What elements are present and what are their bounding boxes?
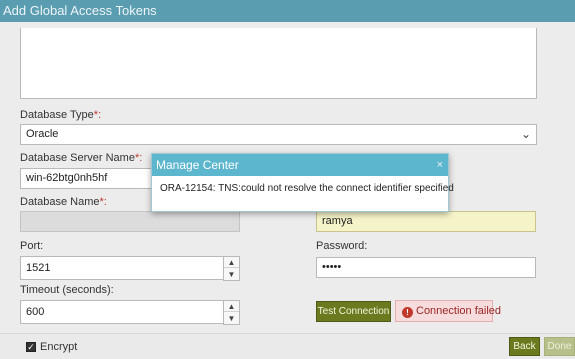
- caret-up-icon[interactable]: ▲: [224, 301, 239, 312]
- caret-down-icon[interactable]: ▼: [224, 313, 239, 324]
- encrypt-checkbox[interactable]: ✓: [26, 342, 36, 352]
- database-name-input[interactable]: [20, 211, 240, 232]
- database-type-value: Oracle: [26, 128, 59, 140]
- caret-up-icon[interactable]: ▲: [224, 257, 239, 268]
- timeout-spinner: ▲ ▼: [223, 300, 240, 325]
- done-button[interactable]: Done: [544, 337, 575, 356]
- timeout-label: Timeout (seconds):: [20, 284, 114, 296]
- connection-status-badge: ! Connection failed: [395, 300, 501, 322]
- back-button[interactable]: Back: [509, 337, 540, 356]
- caret-down-icon[interactable]: ▼: [224, 269, 239, 280]
- dialog-title: Manage Center: [156, 158, 239, 172]
- database-type-label: Database Type*:: [20, 109, 102, 121]
- port-label: Port:: [20, 240, 44, 252]
- encrypt-label: Encrypt: [40, 341, 78, 353]
- test-connection-button[interactable]: Test Connection: [316, 301, 391, 322]
- error-icon: !: [402, 307, 413, 318]
- dialog-header: Manage Center ×: [152, 154, 448, 176]
- chevron-down-icon: ⌄: [520, 127, 531, 141]
- close-icon[interactable]: ×: [437, 154, 443, 176]
- username-input[interactable]: ramya: [316, 211, 536, 232]
- timeout-stepper[interactable]: 600 ▲ ▼: [20, 300, 240, 325]
- dialog-message: ORA-12154: TNS:could not resolve the con…: [160, 183, 454, 194]
- window-title: Add Global Access Tokens: [0, 0, 575, 22]
- port-spinner: ▲ ▼: [223, 256, 240, 281]
- footer-bar: [0, 333, 575, 359]
- database-type-select[interactable]: Oracle ⌄: [20, 124, 537, 145]
- description-textarea[interactable]: [20, 28, 537, 99]
- port-stepper[interactable]: 1521 ▲ ▼: [20, 256, 240, 281]
- password-label: Password:: [316, 240, 368, 252]
- password-input[interactable]: •••••: [316, 257, 536, 278]
- error-dialog: Manage Center × ORA-12154: TNS:could not…: [151, 153, 454, 212]
- server-name-label: Database Server Name*:: [20, 152, 143, 164]
- database-name-label: Database Name*:: [20, 196, 107, 208]
